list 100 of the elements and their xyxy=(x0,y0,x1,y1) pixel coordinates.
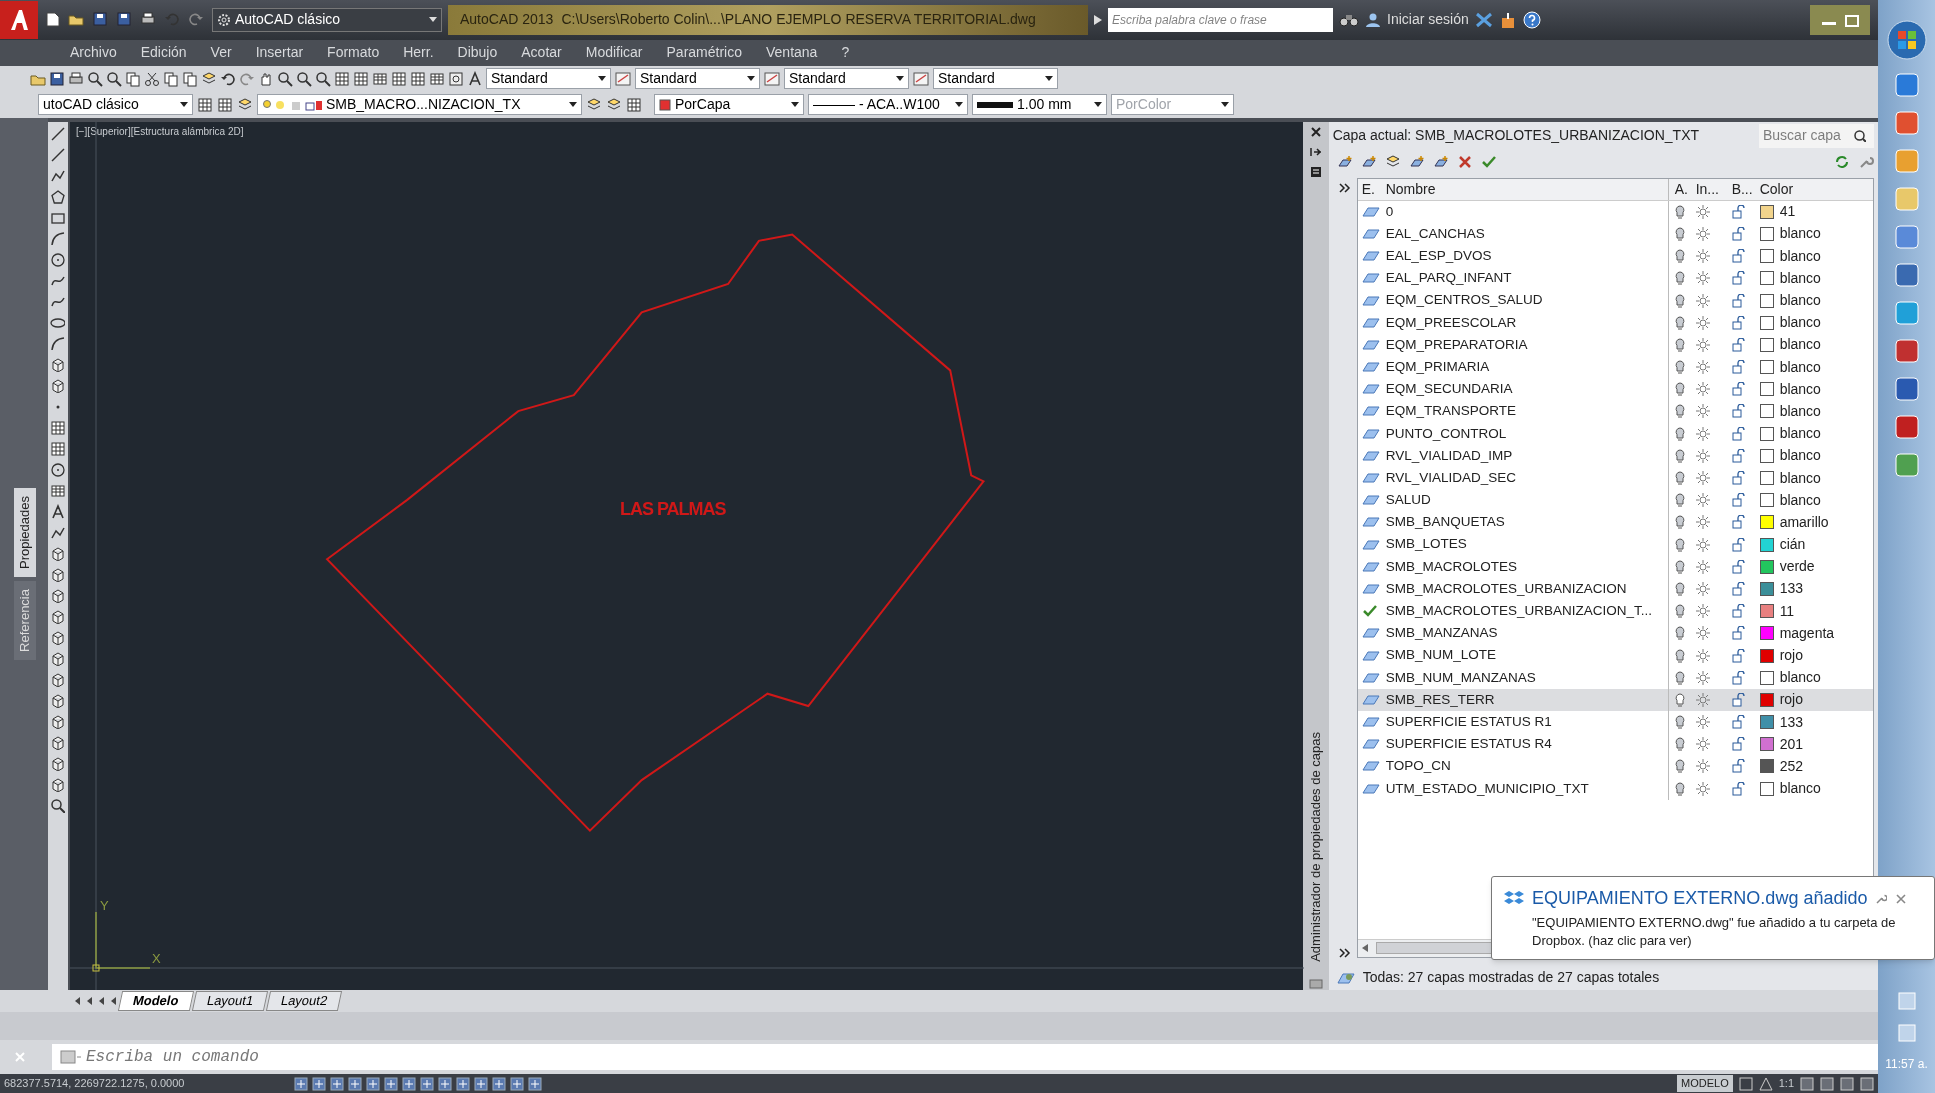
lightbulb-icon[interactable] xyxy=(1674,626,1685,641)
command-input-field[interactable]: Escriba un comando xyxy=(86,1044,1878,1071)
save-icon[interactable] xyxy=(49,70,65,87)
menu-item[interactable]: Dibujo xyxy=(457,42,498,64)
unlocked-padlock-icon[interactable] xyxy=(1731,648,1746,663)
sun-icon[interactable] xyxy=(1695,715,1710,730)
color-swatch[interactable] xyxy=(1759,360,1774,375)
column-header[interactable]: B... xyxy=(1731,178,1760,200)
lightbulb-icon[interactable] xyxy=(1674,692,1685,707)
document-icon[interactable] xyxy=(1893,376,1920,402)
layer-filter-icon[interactable] xyxy=(1336,970,1355,985)
menu-item[interactable]: Herr. xyxy=(403,42,434,64)
unlocked-padlock-icon[interactable] xyxy=(1731,692,1746,707)
menu-item[interactable]: Edición xyxy=(140,42,187,64)
annotation-scale[interactable]: 1:1 xyxy=(1778,1075,1794,1092)
style-dropdown[interactable]: Standard xyxy=(784,68,909,90)
unlocked-padlock-icon[interactable] xyxy=(1731,249,1746,264)
arc-icon[interactable] xyxy=(50,230,66,246)
copy-icon[interactable] xyxy=(163,70,179,87)
workspace-dropdown[interactable]: AutoCAD clásico xyxy=(212,7,442,32)
table-style-icon[interactable] xyxy=(763,69,781,88)
grid-icon[interactable] xyxy=(391,70,407,87)
unlocked-padlock-icon[interactable] xyxy=(1731,781,1746,796)
sun-icon[interactable] xyxy=(1695,781,1710,796)
grid-icon[interactable] xyxy=(197,96,213,113)
expand-chevron-icon[interactable] xyxy=(1338,946,1351,959)
drafting-toggle-icon[interactable] xyxy=(348,1076,362,1091)
color-swatch[interactable] xyxy=(1759,781,1774,796)
layout-tab[interactable]: Layout2 xyxy=(265,991,343,1012)
lightbulb-icon[interactable] xyxy=(1674,315,1685,330)
save-icon[interactable] xyxy=(92,10,110,29)
user-icon[interactable] xyxy=(1365,11,1381,28)
linetype-dropdown[interactable]: ——— - ACA..W100 xyxy=(808,94,968,116)
unlocked-padlock-icon[interactable] xyxy=(1731,537,1746,552)
sun-icon[interactable] xyxy=(1695,226,1710,241)
drafting-toggle-icon[interactable] xyxy=(420,1076,434,1091)
box-icon[interactable] xyxy=(50,587,66,603)
arc-icon[interactable] xyxy=(50,335,66,351)
app-icon[interactable] xyxy=(1893,338,1920,364)
box-icon[interactable] xyxy=(50,377,66,393)
magnifier-icon[interactable] xyxy=(296,70,312,87)
color-dropdown[interactable]: PorCapa xyxy=(654,94,804,116)
lightbulb-icon[interactable] xyxy=(1674,204,1685,219)
lightbulb-icon[interactable] xyxy=(1674,515,1685,530)
viewport-icon[interactable] xyxy=(1738,1076,1753,1091)
color-swatch[interactable] xyxy=(1759,648,1774,663)
unlocked-padlock-icon[interactable] xyxy=(1731,360,1746,375)
pdf-icon[interactable] xyxy=(1893,414,1920,440)
wrench-icon[interactable] xyxy=(1875,892,1888,905)
line-icon[interactable] xyxy=(50,146,66,162)
sun-icon[interactable] xyxy=(1695,271,1710,286)
unlocked-padlock-icon[interactable] xyxy=(1731,737,1746,752)
lightbulb-icon[interactable] xyxy=(1674,226,1685,241)
column-header[interactable]: E. xyxy=(1357,178,1386,200)
sun-icon[interactable] xyxy=(1695,626,1710,641)
properties-icon[interactable] xyxy=(1309,165,1322,178)
style-dropdown[interactable]: Standard xyxy=(635,68,760,90)
drafting-toggle-icon[interactable] xyxy=(438,1076,452,1091)
multileader-style-icon[interactable] xyxy=(912,69,930,88)
lineweight-dropdown[interactable]: 1.00 mm xyxy=(972,94,1107,116)
status-tray-icon[interactable] xyxy=(1820,1076,1834,1091)
sun-icon[interactable] xyxy=(1695,737,1710,752)
column-header[interactable]: Nombre xyxy=(1385,178,1668,200)
unlocked-padlock-icon[interactable] xyxy=(1731,204,1746,219)
unlocked-padlock-icon[interactable] xyxy=(1731,759,1746,774)
color-swatch[interactable] xyxy=(1759,293,1774,308)
lightbulb-icon[interactable] xyxy=(1674,670,1685,685)
color-swatch[interactable] xyxy=(1759,493,1774,508)
unlocked-padlock-icon[interactable] xyxy=(1731,715,1746,730)
circle-icon[interactable] xyxy=(50,461,66,477)
lightbulb-icon[interactable] xyxy=(1674,271,1685,286)
color-swatch[interactable] xyxy=(1759,448,1774,463)
sun-icon[interactable] xyxy=(1695,670,1710,685)
status-tray-icon[interactable] xyxy=(1800,1076,1814,1091)
table-icon[interactable] xyxy=(372,70,388,87)
viewport-label[interactable]: [−][Superior][Estructura alámbrica 2D] xyxy=(75,123,244,139)
color-swatch[interactable] xyxy=(1759,559,1774,574)
sun-icon[interactable] xyxy=(1695,581,1710,596)
drafting-toggle-icon[interactable] xyxy=(510,1076,524,1091)
sun-icon[interactable] xyxy=(1695,604,1710,619)
sun-icon[interactable] xyxy=(1695,204,1710,219)
close-icon[interactable] xyxy=(1309,125,1322,138)
color-swatch[interactable] xyxy=(1759,715,1774,730)
lightbulb-icon[interactable] xyxy=(1674,448,1685,463)
new-layer-icon[interactable] xyxy=(1336,153,1353,170)
sun-icon[interactable] xyxy=(1695,537,1710,552)
unlocked-padlock-icon[interactable] xyxy=(1731,604,1746,619)
color-swatch[interactable] xyxy=(1759,271,1774,286)
sun-icon[interactable] xyxy=(1695,648,1710,663)
box-icon[interactable] xyxy=(50,776,66,792)
color-swatch[interactable] xyxy=(1759,515,1774,530)
side-tab[interactable]: Referencia xyxy=(14,580,36,660)
column-header[interactable]: A. xyxy=(1667,178,1692,200)
annotation-scale-icon[interactable] xyxy=(1758,1076,1773,1091)
copy-icon[interactable] xyxy=(125,70,141,87)
unlocked-padlock-icon[interactable] xyxy=(1731,626,1746,641)
grid-icon[interactable] xyxy=(50,419,66,435)
help-icon[interactable] xyxy=(1522,10,1541,29)
color-swatch[interactable] xyxy=(1759,471,1774,485)
layer-row[interactable]: SMB_RES_TERR rojo xyxy=(1357,688,1873,711)
